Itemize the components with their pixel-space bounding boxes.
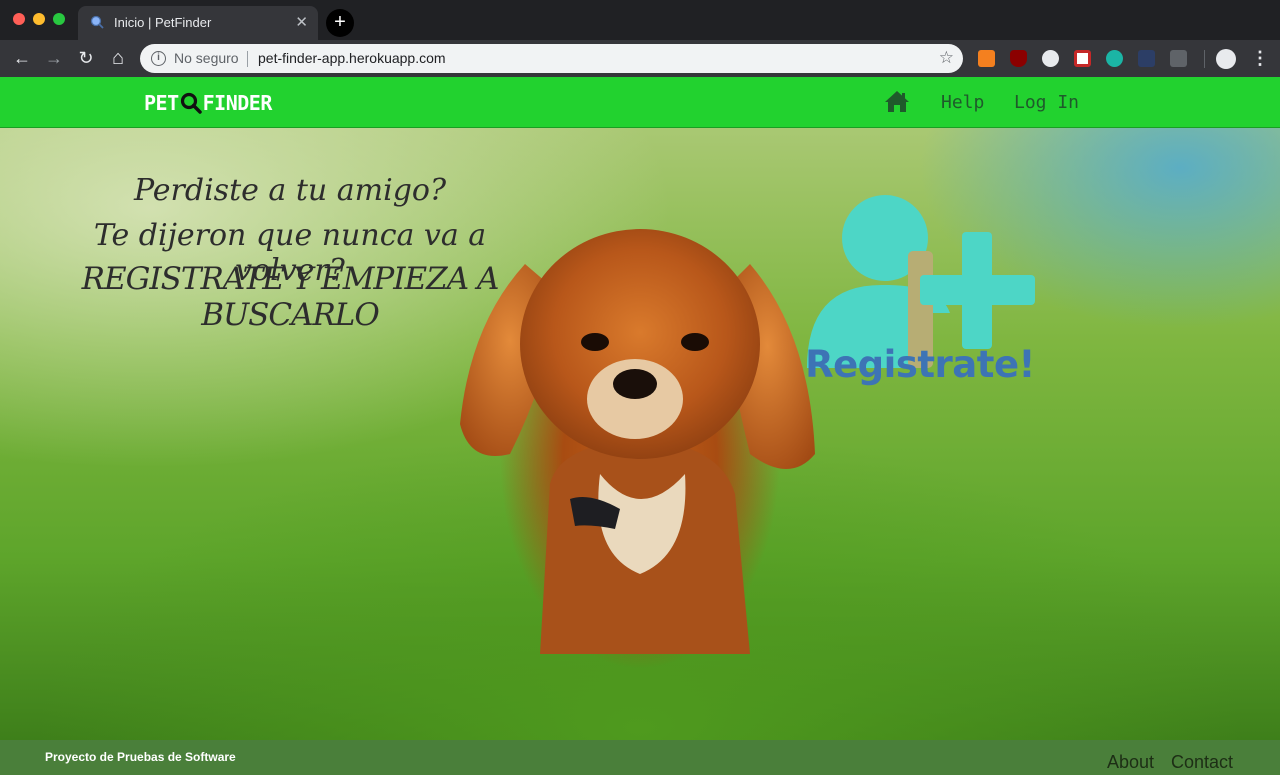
security-label: No seguro bbox=[174, 50, 239, 66]
hero-section: Perdiste a tu amigo? Te dijeron que nunc… bbox=[0, 128, 1280, 740]
home-button[interactable]: ⌂ bbox=[108, 48, 128, 68]
browser-tab[interactable]: Inicio | PetFinder ✕ bbox=[78, 6, 318, 40]
tab-title: Inicio | PetFinder bbox=[114, 15, 212, 30]
info-icon[interactable]: i bbox=[151, 51, 166, 66]
extension-red-icon[interactable] bbox=[1074, 50, 1091, 67]
reload-button[interactable]: ↻ bbox=[76, 48, 96, 68]
extension-chart-icon[interactable] bbox=[978, 50, 995, 67]
nav-link-help[interactable]: Help bbox=[941, 92, 984, 113]
back-button[interactable]: ← bbox=[12, 48, 32, 68]
nav-link-login[interactable]: Log In bbox=[1014, 92, 1079, 113]
omnibox-divider bbox=[247, 51, 248, 67]
magnifier-icon bbox=[180, 92, 202, 114]
extension-grid-icon[interactable] bbox=[1170, 50, 1187, 67]
footer-link-about[interactable]: About bbox=[1107, 752, 1154, 773]
page: PET FINDER Help Log In Perdiste a tu ami… bbox=[0, 77, 1280, 775]
maximize-window-button[interactable] bbox=[53, 13, 65, 25]
search-favicon-icon bbox=[90, 15, 104, 29]
profile-avatar[interactable] bbox=[1216, 49, 1236, 69]
close-window-button[interactable] bbox=[13, 13, 25, 25]
extension-teal-icon[interactable] bbox=[1106, 50, 1123, 67]
bookmark-star-icon[interactable]: ☆ bbox=[939, 48, 954, 68]
extension-shield-icon[interactable] bbox=[1138, 50, 1155, 67]
footer-text: Proyecto de Pruebas de Software bbox=[45, 750, 236, 764]
browser-tabstrip: Inicio | PetFinder ✕ + bbox=[0, 0, 1280, 40]
browser-toolbar: ← → ↻ ⌂ i No seguro pet-finder-app.herok… bbox=[0, 40, 1280, 77]
toolbar-divider bbox=[1204, 50, 1205, 68]
browser-menu-icon[interactable]: ⋮ bbox=[1251, 48, 1269, 69]
minimize-window-button[interactable] bbox=[33, 13, 45, 25]
extension-ublock-icon[interactable] bbox=[1010, 50, 1027, 67]
extension-circle-icon[interactable] bbox=[1042, 50, 1059, 67]
site-navbar: PET FINDER Help Log In bbox=[0, 77, 1280, 128]
site-logo[interactable]: PET FINDER bbox=[144, 91, 272, 115]
new-tab-button[interactable]: + bbox=[326, 9, 354, 37]
forward-button[interactable]: → bbox=[44, 48, 64, 68]
hero-line-1: Perdiste a tu amigo? bbox=[133, 173, 447, 208]
register-link[interactable]: Registrate! bbox=[800, 343, 1040, 386]
site-footer: Proyecto de Pruebas de Software About Co… bbox=[0, 740, 1280, 775]
footer-link-contact[interactable]: Contact bbox=[1171, 752, 1233, 773]
home-icon[interactable] bbox=[884, 90, 910, 113]
hero-line-3: REGISTRATE Y EMPIEZA A BUSCARLO bbox=[81, 261, 500, 333]
tab-close-icon[interactable]: ✕ bbox=[295, 13, 308, 31]
logo-text-pet: PET bbox=[144, 91, 179, 115]
logo-text-finder: FINDER bbox=[202, 91, 273, 115]
url-text[interactable]: pet-finder-app.herokuapp.com bbox=[258, 50, 446, 66]
address-bar[interactable]: i No seguro pet-finder-app.herokuapp.com… bbox=[140, 44, 963, 73]
